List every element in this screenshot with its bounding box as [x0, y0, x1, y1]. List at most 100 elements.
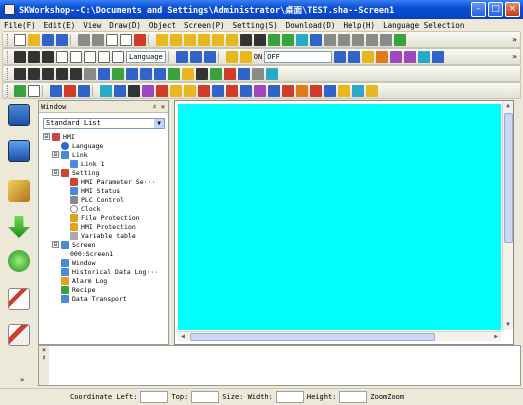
tree-item-hmi-status[interactable]: HMI Status — [70, 186, 120, 195]
tree-item-link1[interactable]: Link 1 — [70, 159, 104, 168]
expander-icon[interactable]: ⊟ — [52, 241, 59, 248]
send-back-icon[interactable] — [282, 33, 294, 46]
globe-icon[interactable] — [100, 84, 112, 97]
animation-icon[interactable] — [266, 67, 278, 80]
compile-icon[interactable] — [8, 180, 30, 202]
tree-item-hmi-parameter[interactable]: HMI Parameter Se··· — [70, 177, 155, 186]
xy-chart-icon[interactable] — [210, 67, 222, 80]
date-icon[interactable] — [28, 84, 40, 97]
arc-icon[interactable] — [42, 50, 54, 63]
radio-icon[interactable] — [84, 67, 96, 80]
rectangle-icon[interactable] — [56, 50, 68, 63]
save-icon[interactable] — [42, 33, 54, 46]
save-all-icon[interactable] — [56, 33, 68, 46]
rounded-rect-icon[interactable] — [70, 50, 82, 63]
align-center-icon[interactable] — [170, 33, 182, 46]
picture-list-icon[interactable] — [268, 84, 280, 97]
toolbar-grip[interactable] — [7, 84, 10, 97]
screen-edit-icon[interactable] — [8, 104, 30, 126]
close-button[interactable]: × — [505, 2, 520, 17]
horizontal-scroll-thumb[interactable] — [190, 333, 435, 341]
menu-draw[interactable]: Draw(D) — [109, 21, 141, 30]
bit-button-icon[interactable] — [14, 67, 26, 80]
copy-icon[interactable] — [106, 33, 118, 46]
screen-canvas[interactable] — [178, 104, 501, 330]
menu-view[interactable]: View — [83, 21, 101, 30]
collapse-left-icon[interactable]: » — [20, 376, 24, 384]
line-icon[interactable] — [14, 50, 26, 63]
tree-item-clock[interactable]: Clock — [70, 204, 101, 213]
paste-icon[interactable] — [120, 33, 132, 46]
next-state-icon[interactable] — [348, 50, 361, 63]
zoom-icon[interactable] — [310, 33, 322, 46]
vertical-scroll-thumb[interactable] — [504, 113, 513, 243]
window-icon[interactable] — [114, 84, 126, 97]
close-box-icon[interactable] — [282, 84, 294, 97]
bar-graph-icon[interactable] — [168, 67, 180, 80]
list-icon[interactable] — [98, 67, 110, 80]
text-icon[interactable] — [175, 50, 188, 63]
word-button-icon[interactable] — [28, 67, 40, 80]
thermometer-icon[interactable] — [198, 84, 210, 97]
panel-controls[interactable]: ♯ × — [152, 103, 165, 111]
recipe-icon[interactable] — [252, 67, 264, 80]
numeric-input-icon[interactable] — [126, 67, 138, 80]
toolbar-grip[interactable] — [7, 50, 10, 63]
new-file-icon[interactable] — [14, 33, 26, 46]
align-bottom-icon[interactable] — [226, 33, 238, 46]
function-button-icon[interactable] — [56, 67, 68, 80]
transfer-icon[interactable] — [78, 84, 90, 97]
screen-button-icon[interactable] — [42, 67, 54, 80]
scroll-left-icon[interactable]: ◀ — [178, 332, 188, 342]
trend-icon[interactable] — [196, 67, 208, 80]
find-replace-icon[interactable] — [404, 50, 417, 63]
record-icon[interactable] — [310, 84, 322, 97]
menu-file[interactable]: File(F) — [4, 21, 36, 30]
scroll-down-icon[interactable]: ▼ — [503, 320, 513, 330]
toolbar-grip[interactable] — [7, 67, 10, 80]
tree-item-data-transport[interactable]: Data Transport — [61, 294, 127, 303]
chevron-down-icon[interactable]: ▼ — [154, 119, 164, 128]
pen-icon[interactable] — [352, 84, 364, 97]
lock-icon[interactable] — [376, 50, 389, 63]
menu-setting[interactable]: Setting(S) — [233, 21, 278, 30]
chart-icon[interactable] — [226, 84, 238, 97]
space-vertical-icon[interactable] — [380, 33, 392, 46]
undo-icon[interactable] — [78, 33, 90, 46]
prev-state-icon[interactable] — [334, 50, 347, 63]
pie-icon[interactable] — [64, 84, 76, 97]
lamp-icon[interactable] — [14, 84, 26, 97]
search-icon[interactable] — [324, 84, 336, 97]
tree-item-alarm-log[interactable]: Alarm Log — [61, 276, 107, 285]
same-height-icon[interactable] — [338, 33, 350, 46]
zoom-in-icon[interactable] — [418, 50, 431, 63]
ellipse-icon[interactable] — [84, 50, 96, 63]
free-draw-icon[interactable] — [112, 50, 124, 63]
gif-icon[interactable] — [239, 50, 252, 63]
polygon-icon[interactable] — [98, 50, 110, 63]
group-icon[interactable] — [240, 33, 252, 46]
tree-item-hmi[interactable]: ⊟ HMI — [43, 132, 75, 141]
standard-list-select[interactable]: Standard List ▼ — [43, 118, 165, 129]
align-top-icon[interactable] — [198, 33, 210, 46]
message-icon[interactable] — [154, 67, 166, 80]
tree-item-hmi-protection[interactable]: HMI Protection — [70, 222, 136, 231]
meter-icon[interactable] — [182, 67, 194, 80]
toolbar-overflow-icon[interactable]: » — [512, 35, 517, 44]
edit-check-icon[interactable] — [8, 324, 30, 346]
scale-icon[interactable] — [203, 50, 216, 63]
properties-icon[interactable] — [432, 50, 445, 63]
message-box-icon[interactable] — [296, 84, 308, 97]
toolbar-grip[interactable] — [7, 33, 10, 46]
image-icon[interactable] — [212, 84, 224, 97]
shape-icon[interactable] — [170, 84, 182, 97]
output-panel-controls[interactable]: × ♯ — [39, 346, 49, 385]
note-icon[interactable] — [366, 84, 378, 97]
state-select[interactable]: OFF — [264, 50, 333, 63]
same-width-icon[interactable] — [324, 33, 336, 46]
toolbar-overflow-icon[interactable]: » — [512, 52, 517, 61]
scroll-right-icon[interactable]: ▶ — [491, 332, 501, 342]
gauge-icon[interactable] — [156, 84, 168, 97]
menu-screen[interactable]: Screen(P) — [184, 21, 225, 30]
indicator-icon[interactable] — [70, 67, 82, 80]
